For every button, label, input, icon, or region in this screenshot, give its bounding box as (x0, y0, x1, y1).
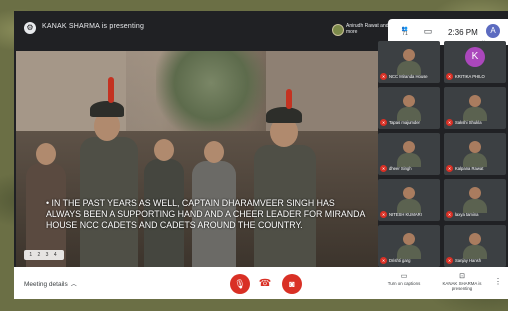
self-avatar[interactable]: A (486, 24, 500, 38)
meeting-details-label: Meeting details (24, 281, 68, 288)
present-label: KANAK SHARMA is presenting (442, 281, 482, 291)
chevron-up-icon: ︿ (70, 282, 77, 288)
presentation-video (16, 51, 378, 267)
bottom-toolbar: Meeting details ︿ 🎙 ☎ ◙ ▭ Turn on caption… (14, 267, 508, 299)
participant-photo (395, 137, 423, 167)
participant-name: NITESH KUMARI (389, 212, 422, 217)
hang-up-button[interactable]: ☎ (258, 278, 272, 290)
participant-grid: ✕ NCC Miranda House K ✕ KRITIKA PHILO ✕ … (378, 41, 508, 267)
background-tree (156, 51, 266, 131)
participant-name: Tapas majumder (389, 120, 420, 125)
meet-window: ⚙ KANAK SHARMA is presenting Anirudh Raw… (14, 11, 508, 299)
participant-tile[interactable]: K ✕ KRITIKA PHILO (444, 41, 506, 83)
participant-tile[interactable]: ✕ laxya tamina (444, 179, 506, 221)
participant-avatar: K (465, 47, 485, 67)
participant-name: dheer Singh (389, 166, 412, 171)
more-options-icon[interactable]: ⋮ (494, 277, 502, 286)
joined-avatar (332, 24, 344, 36)
participant-photo (461, 229, 489, 259)
participant-tile[interactable]: ✕ NITESH KUMARI (378, 179, 440, 221)
participant-photo (395, 91, 423, 121)
mic-off-icon: ✕ (380, 165, 387, 172)
participant-tile[interactable]: ✕ Sanjay Hansh (444, 225, 506, 267)
mic-off-icon: ✕ (380, 119, 387, 126)
meeting-details-button[interactable]: Meeting details ︿ (24, 279, 77, 288)
camera-off-icon: ◙ (289, 279, 295, 289)
camera-toggle-button[interactable]: ◙ (282, 274, 302, 294)
presenter-label: KANAK SHARMA is presenting (42, 23, 145, 30)
cadet-head (204, 141, 224, 163)
participant-photo (461, 183, 489, 213)
phone-icon: ☎ (258, 278, 272, 289)
present-icon: ⊡ (459, 273, 465, 280)
mic-off-icon: ✕ (380, 211, 387, 218)
cadet-plume (108, 77, 114, 103)
presentation-icon: ⚙ (24, 22, 36, 34)
participant-name: KRITIKA PHILO (455, 74, 485, 79)
captions-button[interactable]: ▭ Turn on captions (374, 272, 434, 286)
mic-off-icon: 🎙 (234, 279, 246, 289)
present-button[interactable]: ⊡ KANAK SHARMA is presenting (432, 272, 492, 291)
mic-off-icon: ✕ (380, 73, 387, 80)
participant-tile[interactable]: ✕ Sakshi Shukla (444, 87, 506, 129)
participant-tile[interactable]: ✕ Kalpana Rawat (444, 133, 506, 175)
cadet-plume (286, 89, 292, 109)
mic-off-icon: ✕ (446, 165, 453, 172)
mic-off-icon: ✕ (446, 73, 453, 80)
people-button[interactable]: 👥 71 (398, 27, 412, 37)
participant-tile[interactable]: ✕ dheer Singh (378, 133, 440, 175)
clock-time: 2:36 PM (448, 28, 478, 37)
mic-toggle-button[interactable]: 🎙 (230, 274, 250, 294)
participant-name: Sakshi Shukla (455, 120, 482, 125)
cadet-cap (266, 107, 302, 123)
mic-off-icon: ✕ (380, 257, 387, 264)
mic-off-icon: ✕ (446, 211, 453, 218)
participant-photo (461, 137, 489, 167)
participant-tile[interactable]: ✕ Drishti garg (378, 225, 440, 267)
participant-name: laxya tamina (455, 212, 479, 217)
mic-off-icon: ✕ (446, 257, 453, 264)
top-bar: ⚙ KANAK SHARMA is presenting Anirudh Raw… (14, 11, 508, 45)
participant-name: NCC Miranda House (389, 74, 428, 79)
cadet-cap (90, 101, 124, 117)
participant-name: Kalpana Rawat (455, 166, 484, 171)
captions-icon: ▭ (400, 273, 408, 280)
people-count: 71 (402, 31, 408, 37)
slide-caption: • IN THE PAST YEARS AS WELL, CAPTAIN DHA… (46, 198, 365, 230)
participant-photo (395, 183, 423, 213)
slide-navigation[interactable]: 1 2 3 4 (24, 250, 64, 260)
participant-photo (395, 229, 423, 259)
participant-name: Drishti garg (389, 258, 411, 263)
captions-label: Turn on captions (387, 281, 421, 286)
presentation-stage: • IN THE PAST YEARS AS WELL, CAPTAIN DHA… (16, 51, 378, 267)
cadet-head (36, 143, 56, 165)
participant-tile[interactable]: ✕ Tapas majumder (378, 87, 440, 129)
cadet-head (154, 139, 174, 161)
participant-tile[interactable]: ✕ NCC Miranda House (378, 41, 440, 83)
chat-icon[interactable]: ▭ (422, 26, 434, 36)
mic-off-icon: ✕ (446, 119, 453, 126)
participant-photo (461, 91, 489, 121)
participant-name: Sanjay Hansh (455, 258, 482, 263)
participant-photo (395, 45, 423, 75)
